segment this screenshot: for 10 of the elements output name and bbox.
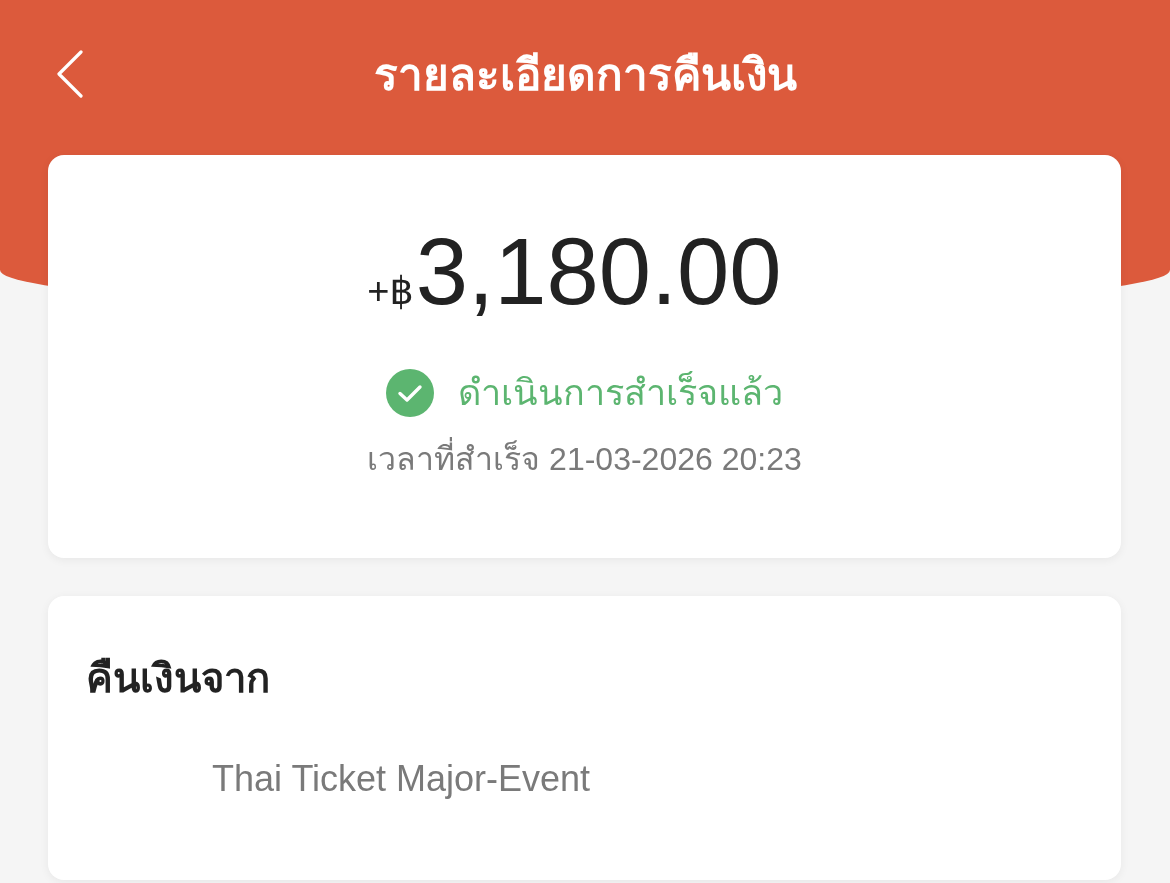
- refund-amount: 3,180.00: [415, 225, 782, 319]
- section-heading: คืนเงินจาก: [86, 655, 271, 702]
- currency-prefix: +฿: [367, 272, 414, 310]
- merchant-name: Thai Ticket Major-Event: [211, 757, 592, 801]
- completed-time: เวลาที่สำเร็จ 21-03-2026 20:23: [367, 439, 802, 481]
- check-circle-icon: [386, 369, 434, 417]
- back-button[interactable]: [56, 49, 84, 98]
- page-title: รายละเอียดการคืนเงิน: [373, 48, 797, 101]
- back-icon: [56, 49, 84, 98]
- status-label: ดำเนินการสำเร็จแล้ว: [458, 370, 783, 415]
